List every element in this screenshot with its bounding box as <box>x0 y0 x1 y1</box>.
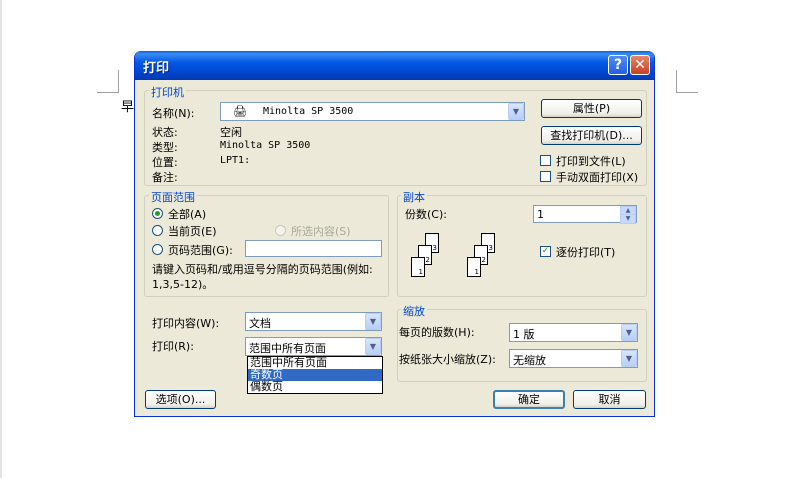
range-pages-label[interactable]: 页码范围(G): <box>168 242 233 258</box>
title-bar[interactable]: 打印 ? ✕ <box>135 51 654 80</box>
type-label: 类型: <box>152 141 178 154</box>
printer-name-value: Minolta SP 3500 <box>263 106 354 117</box>
chevron-down-icon[interactable]: ▼ <box>621 324 637 341</box>
copies-count-spinner[interactable]: 1 ▲ ▼ <box>533 205 637 224</box>
printer-icon: 🖨 <box>233 105 247 118</box>
manual-duplex-label[interactable]: 手动双面打印(X) <box>556 169 638 185</box>
collate-checkbox[interactable]: ✓ <box>540 246 551 257</box>
print-label: 打印(R): <box>152 340 194 353</box>
range-current-label[interactable]: 当前页(E) <box>168 223 217 239</box>
copies-count-label: 份数(C): <box>405 208 447 221</box>
scale-value: 无缩放 <box>513 354 546 367</box>
dialog-title: 打印 <box>143 61 170 76</box>
copies-count-value: 1 <box>537 208 544 221</box>
spin-down-icon[interactable]: ▼ <box>620 214 636 224</box>
close-button[interactable]: ✕ <box>630 55 650 75</box>
print-what-value: 文档 <box>249 317 271 330</box>
print-select[interactable]: 范围中所有页面 ▼ <box>245 337 382 356</box>
find-printer-button[interactable]: 查找打印机(D)... <box>541 126 642 145</box>
print-to-file-label[interactable]: 打印到文件(L) <box>556 153 626 169</box>
print-what-select[interactable]: 文档 ▼ <box>245 312 382 331</box>
properties-button[interactable]: 属性(P) <box>541 99 642 118</box>
copies-legend: 副本 <box>401 189 427 205</box>
document-text: 早 <box>121 100 135 115</box>
document-edge <box>0 0 2 478</box>
range-all-radio[interactable] <box>152 208 163 219</box>
crop-mark-left-h <box>97 92 119 93</box>
range-selection-label: 所选内容(S) <box>291 225 351 238</box>
print-what-label: 打印内容(W): <box>152 317 220 330</box>
print-option[interactable]: 偶数页 <box>248 381 382 393</box>
collate-page: 1 <box>411 257 425 277</box>
collate-label[interactable]: 逐份打印(T) <box>556 244 615 260</box>
help-button[interactable]: ? <box>608 55 628 75</box>
chevron-down-icon[interactable]: ▼ <box>365 338 381 355</box>
range-selection-radio <box>275 225 286 236</box>
range-current-radio[interactable] <box>152 225 163 236</box>
pages-per-sheet-value: 1 版 <box>513 328 535 341</box>
comment-label: 备注: <box>152 171 178 184</box>
location-value: LPT1: <box>220 155 251 166</box>
range-all-label[interactable]: 全部(A) <box>168 206 206 222</box>
collate-page: 1 <box>467 257 481 277</box>
print-to-file-checkbox[interactable] <box>540 155 551 166</box>
pages-per-sheet-label: 每页的版数(H): <box>399 326 475 339</box>
status-value: 空闲 <box>220 126 242 139</box>
print-value: 范围中所有页面 <box>249 342 326 355</box>
crop-mark-right-h <box>676 92 698 93</box>
page-range-hint: 请键入页码和/或用逗号分隔的页码范围(例如: 1,3,5-12)。 <box>152 263 373 291</box>
close-icon: ✕ <box>634 57 646 73</box>
chevron-down-icon[interactable]: ▼ <box>621 350 637 367</box>
print-dropdown-list: 范围中所有页面 奇数页 偶数页 <box>247 356 383 394</box>
printer-name-label: 名称(N): <box>152 107 195 120</box>
status-label: 状态: <box>152 126 178 139</box>
print-dialog: 打印 ? ✕ 打印机 名称(N): 🖨 Minolta SP 3500 ▼ 属性… <box>134 51 655 417</box>
chevron-down-icon[interactable]: ▼ <box>508 103 524 120</box>
scale-label: 按纸张大小缩放(Z): <box>399 353 496 366</box>
printer-name-select[interactable]: 🖨 Minolta SP 3500 ▼ <box>220 102 525 121</box>
printer-legend: 打印机 <box>149 84 186 100</box>
options-button[interactable]: 选项(O)... <box>145 390 216 409</box>
range-pages-radio[interactable] <box>152 244 163 255</box>
page-range-input[interactable] <box>245 240 382 257</box>
manual-duplex-checkbox[interactable] <box>540 171 551 182</box>
pages-per-sheet-select[interactable]: 1 版 ▼ <box>509 323 638 342</box>
type-value: Minolta SP 3500 <box>220 140 311 151</box>
crop-mark-right-v <box>676 70 677 93</box>
ok-button[interactable]: 确定 <box>493 390 565 409</box>
location-label: 位置: <box>152 156 178 169</box>
scale-select[interactable]: 无缩放 ▼ <box>509 349 638 368</box>
chevron-down-icon[interactable]: ▼ <box>365 313 381 330</box>
help-icon: ? <box>613 57 623 73</box>
cancel-button[interactable]: 取消 <box>573 390 646 409</box>
page-range-legend: 页面范围 <box>149 189 197 205</box>
zoom-legend: 缩放 <box>401 303 427 319</box>
crop-mark-left-v <box>118 70 119 93</box>
zoom-group <box>397 309 647 382</box>
